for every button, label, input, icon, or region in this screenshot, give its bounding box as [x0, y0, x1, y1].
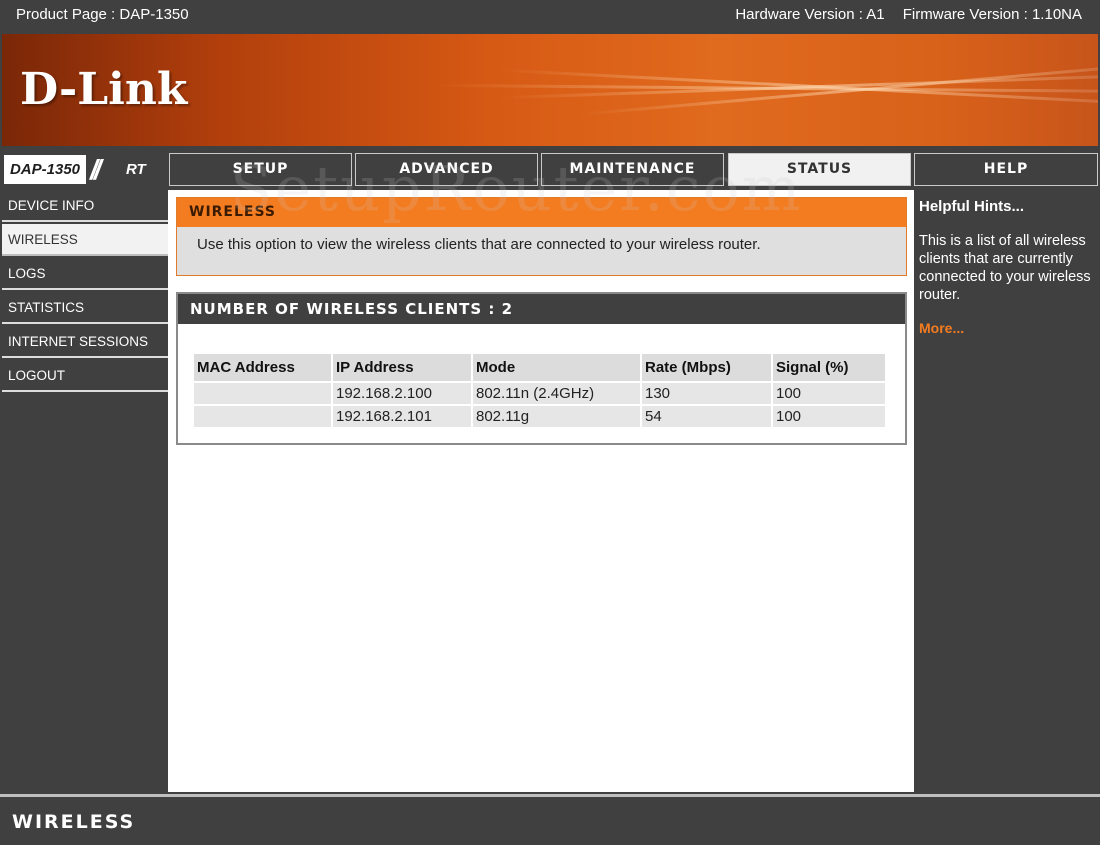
- signal-cell: 100: [773, 383, 885, 404]
- help-title: Helpful Hints...: [919, 198, 1024, 215]
- section-title: WIRELESS: [177, 198, 906, 227]
- rate-cell: 130: [642, 383, 771, 404]
- mode-cell: 802.11g: [473, 406, 640, 427]
- hardware-version: Hardware Version : A1: [735, 6, 885, 23]
- tab-setup[interactable]: SETUP: [169, 153, 352, 186]
- firmware-version: Firmware Version : 1.10NA: [902, 6, 1082, 23]
- footer-bar: WIRELESS: [0, 794, 1100, 845]
- sidebar-item-logs[interactable]: LOGS: [2, 258, 168, 290]
- model-slashes: //: [90, 154, 101, 185]
- mac-cell: [194, 383, 331, 404]
- help-text: This is a list of all wireless clients t…: [919, 233, 1091, 303]
- column-header: MAC Address: [194, 354, 331, 381]
- sidebar-item-statistics[interactable]: STATISTICS: [2, 292, 168, 324]
- model-badge: DAP-1350 // RT: [2, 153, 166, 186]
- help-panel: Helpful Hints... This is a list of all w…: [914, 190, 1098, 792]
- model-name: DAP-1350: [4, 155, 86, 184]
- tab-maintenance[interactable]: MAINTENANCE: [541, 153, 724, 186]
- ip-cell: 192.168.2.100: [333, 383, 471, 404]
- clients-count-title: NUMBER OF WIRELESS CLIENTS : 2: [178, 294, 905, 324]
- more-link[interactable]: More...: [919, 320, 964, 336]
- section-description: Use this option to view the wireless cli…: [197, 236, 761, 253]
- ip-cell: 192.168.2.101: [333, 406, 471, 427]
- sidebar-item-logout[interactable]: LOGOUT: [2, 360, 168, 392]
- rate-cell: 54: [642, 406, 771, 427]
- header-banner: D-Link: [2, 34, 1098, 146]
- column-header: IP Address: [333, 354, 471, 381]
- column-header: Signal (%): [773, 354, 885, 381]
- main-content: WIRELESS Use this option to view the wir…: [168, 190, 914, 792]
- tab-advanced[interactable]: ADVANCED: [355, 153, 538, 186]
- column-header: Mode: [473, 354, 640, 381]
- product-page-label: Product Page : DAP-1350: [16, 6, 189, 23]
- sidebar-item-internet-sessions[interactable]: INTERNET SESSIONS: [2, 326, 168, 358]
- column-header: Rate (Mbps): [642, 354, 771, 381]
- table-row: 192.168.2.101 802.11g 54 100: [194, 406, 885, 427]
- sidebar: DEVICE INFO WIRELESS LOGS STATISTICS INT…: [2, 190, 168, 792]
- mode-cell: 802.11n (2.4GHz): [473, 383, 640, 404]
- footer-wireless-label: WIRELESS: [12, 811, 136, 833]
- wireless-clients-table: MAC Address IP Address Mode Rate (Mbps) …: [192, 352, 887, 429]
- dlink-logo: D-Link: [20, 64, 188, 115]
- wireless-info-box: WIRELESS Use this option to view the wir…: [176, 197, 907, 276]
- sidebar-item-wireless[interactable]: WIRELESS: [2, 224, 168, 256]
- signal-cell: 100: [773, 406, 885, 427]
- tab-status[interactable]: STATUS: [728, 153, 911, 186]
- tab-help[interactable]: HELP: [914, 153, 1098, 186]
- top-info-bar: Product Page : DAP-1350 Hardware Version…: [0, 0, 1100, 32]
- sidebar-item-device-info[interactable]: DEVICE INFO: [2, 190, 168, 222]
- table-header-row: MAC Address IP Address Mode Rate (Mbps) …: [194, 354, 885, 381]
- main-navigation: DAP-1350 // RT SETUP ADVANCED MAINTENANC…: [0, 150, 1100, 188]
- wireless-clients-box: NUMBER OF WIRELESS CLIENTS : 2 MAC Addre…: [176, 292, 907, 445]
- mac-cell: [194, 406, 331, 427]
- table-row: 192.168.2.100 802.11n (2.4GHz) 130 100: [194, 383, 885, 404]
- version-info: Hardware Version : A1 Firmware Version :…: [735, 6, 1082, 23]
- model-suffix: RT: [126, 161, 146, 178]
